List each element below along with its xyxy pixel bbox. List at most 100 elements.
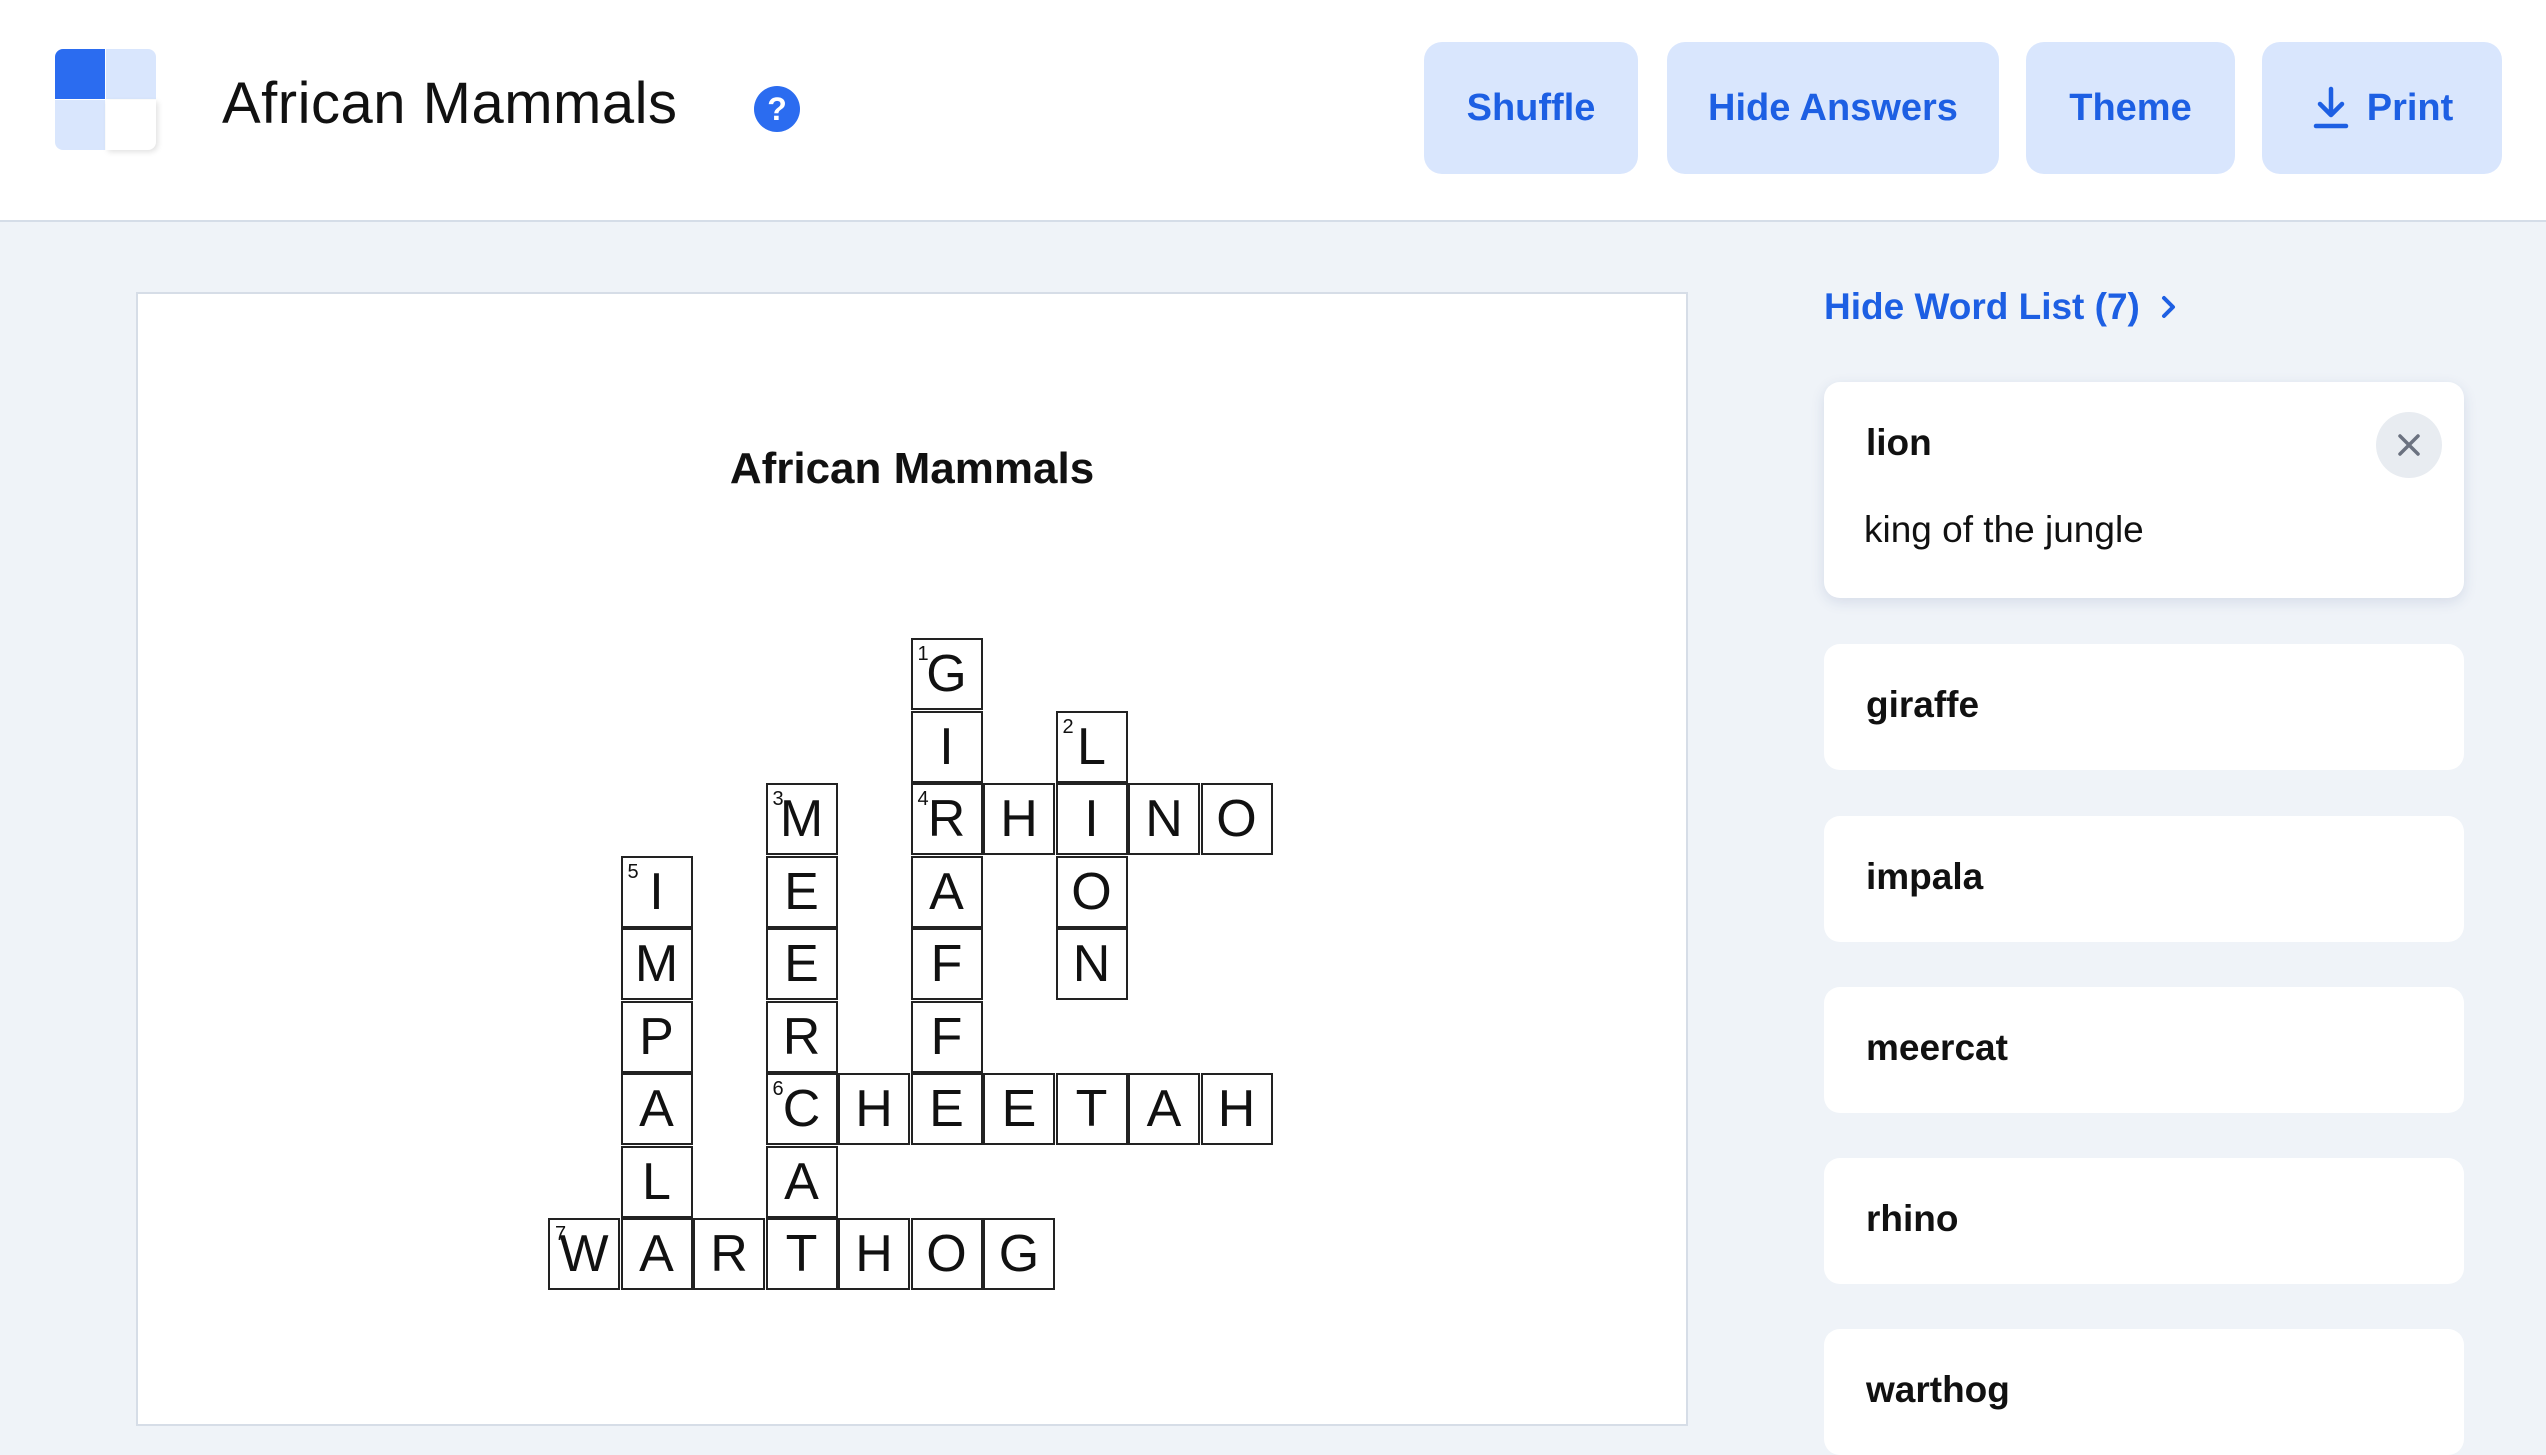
crossword-cell: I	[910, 710, 983, 783]
cell-letter: T	[785, 1225, 818, 1283]
crossword-cell: G	[983, 1218, 1055, 1290]
clue-number: 7	[555, 1223, 567, 1245]
cell-letter: A	[784, 1152, 819, 1211]
cell-letter: G	[926, 645, 967, 703]
clue-number: 5	[627, 860, 639, 883]
hide-answers-button[interactable]: Hide Answers	[1667, 42, 1999, 174]
theme-button-label: Theme	[2069, 86, 2192, 129]
hide-answers-button-label: Hide Answers	[1708, 86, 1958, 129]
crossword-cell: R	[765, 1000, 838, 1073]
cell-letter: R	[782, 1007, 821, 1066]
crossword-cell: M	[620, 928, 693, 1000]
crossword-cell: H	[838, 1073, 910, 1145]
cell-letter: M	[779, 790, 824, 848]
word-card[interactable]: meercat	[1824, 987, 2464, 1113]
crossword-cell: C6	[765, 1073, 838, 1145]
crossword-cell: H	[983, 783, 1055, 855]
cell-letter: F	[930, 935, 963, 993]
cell-letter: H	[855, 1080, 893, 1138]
cell-letter: C	[782, 1080, 821, 1138]
crossword-cell: O	[1200, 783, 1273, 855]
crossword-cell: W7	[548, 1218, 620, 1290]
crossword-cell: M3	[765, 783, 838, 855]
crossword-cell: T	[765, 1218, 838, 1290]
crossword-cell: O	[910, 1218, 983, 1290]
puzzle-title: African Mammals	[729, 444, 1095, 493]
cell-letter: I	[1084, 790, 1099, 848]
cell-letter: O	[1216, 790, 1257, 848]
crossword-cell: F	[910, 1000, 983, 1073]
cell-letter: H	[1217, 1080, 1256, 1138]
crossword-cell: N	[1055, 928, 1128, 1000]
crossword-cell: N	[1128, 783, 1200, 855]
page-title: African Mammals	[222, 71, 678, 136]
clue-number: 2	[1062, 715, 1074, 738]
print-button-label: Print	[2366, 86, 2454, 129]
crossword-cell: G1	[910, 638, 983, 710]
word-card[interactable]: rhino	[1824, 1158, 2464, 1284]
word-card-active[interactable]: lion	[1824, 382, 2464, 598]
cell-letter: W	[559, 1225, 609, 1283]
crossword-cell: F	[910, 928, 983, 1000]
word-card[interactable]: warthog	[1824, 1329, 2464, 1455]
word-label: impala	[1866, 856, 1984, 897]
cell-letter: I	[649, 862, 664, 921]
cell-letter: L	[642, 1152, 671, 1211]
download-icon	[2313, 86, 2348, 129]
app-logo	[55, 49, 156, 150]
clue-number: 1	[917, 643, 929, 665]
puzzle-sheet: African Mammals G1IL2M3R4HINOI5EAOMEFNPR…	[136, 292, 1688, 1426]
cell-letter: I	[939, 717, 954, 776]
crossword-cell: E	[765, 928, 838, 1000]
theme-button[interactable]: Theme	[2026, 42, 2235, 174]
word-card[interactable]: impala	[1824, 816, 2464, 942]
cell-letter: P	[639, 1007, 674, 1066]
cell-letter: E	[784, 935, 819, 993]
crossword-cell: P	[620, 1000, 693, 1073]
crossword-cell: I	[1055, 783, 1128, 855]
cell-letter: O	[1071, 862, 1112, 921]
chevron-right-icon	[2161, 296, 2175, 318]
cell-letter: R	[927, 790, 966, 848]
crossword-cell: E	[910, 1073, 983, 1145]
cell-letter: N	[1072, 935, 1111, 993]
crossword-cell: A	[910, 855, 983, 928]
cell-letter: M	[634, 935, 679, 993]
cell-letter: G	[998, 1225, 1040, 1283]
cell-letter: A	[929, 862, 964, 921]
close-icon	[2398, 434, 2420, 456]
crossword-cell: A	[765, 1145, 838, 1218]
crossword-cell: H	[1200, 1073, 1273, 1145]
crossword-cell: I5	[620, 855, 693, 928]
word-label: warthog	[1866, 1369, 2010, 1410]
cell-letter: A	[639, 1225, 674, 1283]
cell-letter: A	[1146, 1080, 1182, 1138]
help-icon[interactable]: ?	[754, 86, 800, 132]
close-button[interactable]	[2376, 412, 2442, 478]
crossword-cell: R	[693, 1218, 765, 1290]
shuffle-button-label: Shuffle	[1466, 86, 1596, 129]
clue-number: 4	[917, 788, 929, 810]
word-card[interactable]: giraffe	[1824, 644, 2464, 770]
cell-letter: F	[930, 1007, 963, 1066]
top-header: African Mammals ? Shuffle Hide Answers T…	[0, 0, 2546, 222]
clue-input[interactable]	[1864, 502, 2384, 558]
print-button[interactable]: Print	[2262, 42, 2502, 174]
crossword-cell: R4	[910, 783, 983, 855]
cell-letter: E	[784, 862, 819, 921]
cell-letter: T	[1075, 1080, 1108, 1138]
crossword-cell: E	[765, 855, 838, 928]
clue-number: 6	[772, 1078, 784, 1100]
cell-letter: H	[1000, 790, 1038, 848]
crossword-cell: E	[983, 1073, 1055, 1145]
crossword-cell: O	[1055, 855, 1128, 928]
clue-number: 3	[772, 788, 784, 810]
crossword-cell: T	[1055, 1073, 1128, 1145]
crossword-cell: L	[620, 1145, 693, 1218]
shuffle-button[interactable]: Shuffle	[1424, 42, 1638, 174]
hide-word-list-toggle[interactable]: Hide Word List (7)	[1824, 286, 2184, 328]
word-label: giraffe	[1866, 684, 1980, 725]
cell-letter: E	[929, 1080, 964, 1138]
crossword-cell: H	[838, 1218, 910, 1290]
cell-letter: R	[710, 1225, 748, 1283]
